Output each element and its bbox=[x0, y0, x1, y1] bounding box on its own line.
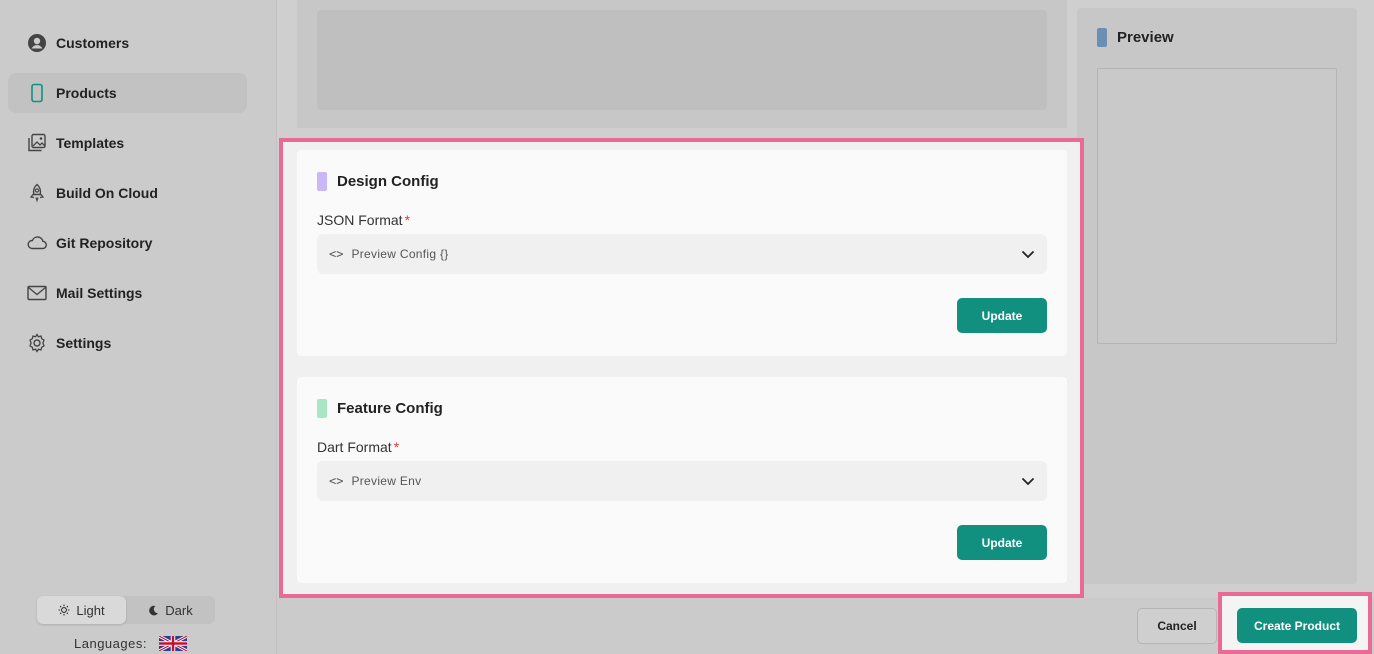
preview-title-text: Preview bbox=[1117, 29, 1174, 46]
dart-format-select[interactable]: <> Preview Env bbox=[317, 461, 1047, 501]
top-card-content bbox=[317, 10, 1047, 110]
light-theme-label: Light bbox=[76, 602, 105, 618]
sidebar-item-settings[interactable]: Settings bbox=[8, 323, 247, 363]
sidebar-item-label: Mail Settings bbox=[56, 285, 143, 301]
cancel-button[interactable]: Cancel bbox=[1137, 608, 1217, 644]
mail-icon bbox=[26, 282, 48, 304]
sidebar-item-label: Build On Cloud bbox=[56, 185, 158, 201]
moon-icon bbox=[149, 605, 159, 615]
json-format-value: Preview Config {} bbox=[351, 247, 449, 261]
uk-flag-icon[interactable] bbox=[158, 636, 187, 651]
light-theme-button[interactable]: Light bbox=[37, 596, 126, 624]
feature-config-title: Feature Config bbox=[317, 399, 443, 418]
design-config-title: Design Config bbox=[317, 172, 439, 191]
dart-format-label: Dart Format * bbox=[317, 439, 399, 455]
user-circle-icon bbox=[26, 32, 48, 54]
sidebar-item-label: Git Repository bbox=[56, 235, 153, 251]
sidebar-item-label: Templates bbox=[56, 135, 125, 151]
sun-icon bbox=[58, 604, 70, 616]
sidebar-item-build-on-cloud[interactable]: Build On Cloud bbox=[8, 173, 247, 213]
sidebar-item-label: Settings bbox=[56, 335, 112, 351]
feature-config-update-button[interactable]: Update bbox=[957, 525, 1047, 560]
preview-frame bbox=[1097, 68, 1337, 344]
design-config-update-button[interactable]: Update bbox=[957, 298, 1047, 333]
chevron-down-icon bbox=[1021, 477, 1035, 485]
design-config-accent bbox=[317, 172, 327, 191]
required-mark: * bbox=[393, 439, 400, 455]
gear-icon bbox=[26, 332, 48, 354]
languages-label: Languages: bbox=[74, 636, 147, 651]
sidebar-item-products[interactable]: Products bbox=[8, 73, 247, 113]
feature-config-title-text: Feature Config bbox=[337, 400, 443, 417]
json-format-label: JSON Format * bbox=[317, 212, 410, 228]
cloud-icon bbox=[26, 232, 48, 254]
code-icon: <> bbox=[329, 474, 344, 488]
create-product-button[interactable]: Create Product bbox=[1237, 608, 1357, 643]
code-icon: <> bbox=[329, 247, 344, 261]
design-config-title-text: Design Config bbox=[337, 173, 439, 190]
design-config-card: Design Config JSON Format * <> Preview Co… bbox=[297, 150, 1067, 356]
json-format-label-text: JSON Format bbox=[317, 212, 403, 228]
sidebar-item-label: Products bbox=[56, 85, 117, 101]
language-row: Languages: bbox=[74, 636, 187, 651]
phone-icon bbox=[26, 82, 48, 104]
dark-theme-button[interactable]: Dark bbox=[126, 596, 215, 624]
dart-format-value: Preview Env bbox=[351, 474, 422, 488]
required-mark: * bbox=[404, 212, 411, 228]
preview-panel: Preview bbox=[1077, 8, 1357, 584]
top-card bbox=[297, 0, 1067, 128]
dart-format-label-text: Dart Format bbox=[317, 439, 392, 455]
sidebar-item-customers[interactable]: Customers bbox=[8, 23, 247, 63]
preview-accent bbox=[1097, 28, 1107, 47]
dark-theme-label: Dark bbox=[165, 602, 193, 618]
feature-config-accent bbox=[317, 399, 327, 418]
theme-toggle: Light Dark bbox=[37, 596, 215, 624]
feature-config-card: Feature Config Dart Format * <> Preview E… bbox=[297, 377, 1067, 583]
sidebar: Customers Products Templates Build On Cl… bbox=[0, 0, 277, 654]
json-format-select[interactable]: <> Preview Config {} bbox=[317, 234, 1047, 274]
images-icon bbox=[26, 132, 48, 154]
sidebar-item-mail-settings[interactable]: Mail Settings bbox=[8, 273, 247, 313]
sidebar-item-git-repository[interactable]: Git Repository bbox=[8, 223, 247, 263]
preview-title: Preview bbox=[1097, 28, 1174, 47]
rocket-icon bbox=[26, 182, 48, 204]
sidebar-item-label: Customers bbox=[56, 35, 130, 51]
sidebar-item-templates[interactable]: Templates bbox=[8, 123, 247, 163]
chevron-down-icon bbox=[1021, 250, 1035, 258]
